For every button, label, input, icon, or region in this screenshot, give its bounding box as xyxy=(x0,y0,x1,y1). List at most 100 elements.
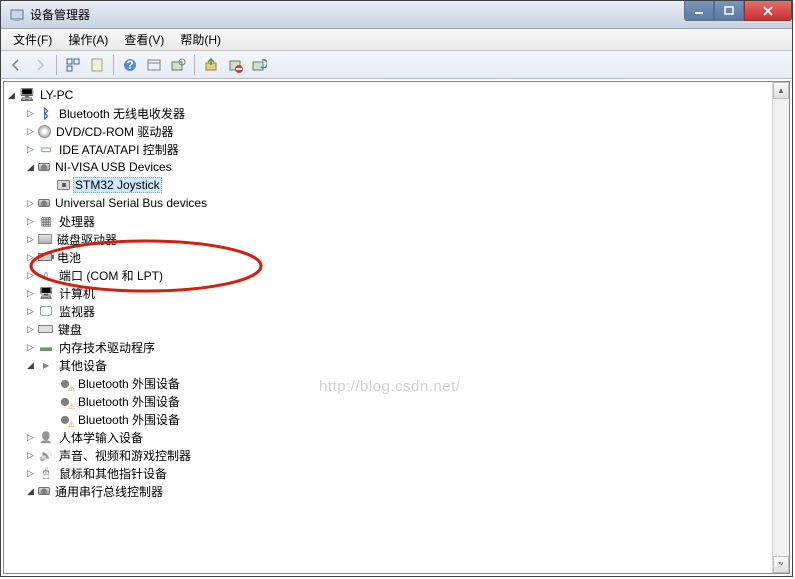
separator xyxy=(194,55,195,75)
scan-hardware-button[interactable] xyxy=(248,54,270,76)
tree-node[interactable]: ▷ 鼠标和其他指针设备 xyxy=(6,464,787,482)
node-label[interactable]: IDE ATA/ATAPI 控制器 xyxy=(57,140,181,159)
warn-icon xyxy=(57,375,73,391)
tree-node[interactable]: ▷ 磁盘驱动器 xyxy=(6,230,787,248)
menu-file[interactable]: 文件(F) xyxy=(5,29,60,50)
expand-icon[interactable]: ▷ xyxy=(25,324,36,335)
close-button[interactable] xyxy=(744,1,792,21)
node-label[interactable]: 端口 (COM 和 LPT) xyxy=(57,266,165,285)
update-driver-button[interactable] xyxy=(200,54,222,76)
tree-node[interactable]: ▷ 监视器 xyxy=(6,302,787,320)
tree-node[interactable]: ▷ 内存技术驱动程序 xyxy=(6,338,787,356)
titlebar[interactable]: 设备管理器 xyxy=(1,1,792,29)
dvd-icon xyxy=(38,125,51,138)
tree-node[interactable]: ◢ 通用串行总线控制器 xyxy=(6,482,787,500)
collapse-icon[interactable]: ◢ xyxy=(25,162,36,173)
expand-icon[interactable]: ▷ xyxy=(25,468,36,479)
node-label[interactable]: Bluetooth 外围设备 xyxy=(76,392,182,411)
node-label[interactable]: 电池 xyxy=(55,248,83,267)
collapse-icon[interactable]: ◢ xyxy=(6,90,17,101)
node-label[interactable]: 鼠标和其他指针设备 xyxy=(57,464,169,483)
tree-node[interactable]: ◢ 其他设备 xyxy=(6,356,787,374)
expand-icon[interactable]: ▷ xyxy=(25,252,36,263)
expand-icon[interactable]: ▷ xyxy=(25,234,36,245)
device-tree[interactable]: ◢LY-PC▷Bluetooth 无线电收发器▷DVD/CD-ROM 驱动器▷I… xyxy=(4,82,789,504)
vertical-scrollbar[interactable]: ▲ ▼ xyxy=(772,82,789,573)
sound-icon xyxy=(38,447,54,463)
cpu-icon xyxy=(38,213,54,229)
tree-node[interactable]: ▷ 人体学输入设备 xyxy=(6,428,787,446)
expand-icon[interactable]: ▷ xyxy=(25,144,36,155)
root-label[interactable]: LY-PC xyxy=(38,87,75,103)
node-label[interactable]: 内存技术驱动程序 xyxy=(57,338,157,357)
menu-view[interactable]: 查看(V) xyxy=(116,29,172,50)
view-mode-button[interactable] xyxy=(62,54,84,76)
node-label[interactable]: STM32 Joystick xyxy=(73,177,162,193)
warn-icon xyxy=(57,393,73,409)
hid-icon xyxy=(38,429,54,445)
node-label[interactable]: Universal Serial Bus devices xyxy=(53,195,209,211)
tree-node[interactable]: Bluetooth 外围设备 xyxy=(6,410,787,428)
node-label[interactable]: NI-VISA USB Devices xyxy=(53,159,174,175)
detail-button[interactable] xyxy=(143,54,165,76)
collapse-icon[interactable]: ◢ xyxy=(25,360,36,371)
node-label[interactable]: Bluetooth 外围设备 xyxy=(76,374,182,393)
node-label[interactable]: 声音、视频和游戏控制器 xyxy=(57,446,193,465)
scan-button[interactable] xyxy=(167,54,189,76)
expand-icon[interactable]: ▷ xyxy=(25,126,36,137)
tree-node[interactable]: ◢ NI-VISA USB Devices xyxy=(6,158,787,176)
expand-icon[interactable]: ▷ xyxy=(25,288,36,299)
node-label[interactable]: Bluetooth 外围设备 xyxy=(76,410,182,429)
usb-icon xyxy=(38,487,50,495)
expand-icon[interactable]: ▷ xyxy=(25,198,36,209)
separator xyxy=(56,55,57,75)
properties-button[interactable] xyxy=(86,54,108,76)
node-label[interactable]: 键盘 xyxy=(56,320,84,339)
node-label[interactable]: 其他设备 xyxy=(57,356,109,375)
tree-node[interactable]: ▷ DVD/CD-ROM 驱动器 xyxy=(6,122,787,140)
expand-icon[interactable]: ▷ xyxy=(25,306,36,317)
disk-icon xyxy=(38,234,52,244)
separator xyxy=(113,55,114,75)
node-label[interactable]: 通用串行总线控制器 xyxy=(53,482,165,501)
node-label[interactable]: 监视器 xyxy=(57,302,97,321)
node-label[interactable]: 处理器 xyxy=(57,212,97,231)
tree-node[interactable]: ▷ Universal Serial Bus devices xyxy=(6,194,787,212)
uninstall-button[interactable] xyxy=(224,54,246,76)
warn-icon xyxy=(57,411,73,427)
node-label[interactable]: DVD/CD-ROM 驱动器 xyxy=(54,122,175,141)
node-label[interactable]: 计算机 xyxy=(57,284,97,303)
usbdev-icon xyxy=(57,180,70,190)
help-button[interactable]: ? xyxy=(119,54,141,76)
tree-node[interactable]: STM32 Joystick xyxy=(6,176,787,194)
minimize-button[interactable] xyxy=(684,1,714,21)
expand-icon[interactable]: ▷ xyxy=(25,108,36,119)
expand-icon[interactable]: ▷ xyxy=(25,450,36,461)
collapse-icon[interactable]: ◢ xyxy=(25,486,36,497)
tree-node[interactable]: ▷ IDE ATA/ATAPI 控制器 xyxy=(6,140,787,158)
expand-icon[interactable]: ▷ xyxy=(25,432,36,443)
tree-node[interactable]: ▷ 端口 (COM 和 LPT) xyxy=(6,266,787,284)
scroll-up-button[interactable]: ▲ xyxy=(773,82,789,99)
menu-action[interactable]: 操作(A) xyxy=(60,29,116,50)
expand-icon[interactable]: ▷ xyxy=(25,216,36,227)
battery-icon xyxy=(38,253,52,261)
tree-node[interactable]: ▷ Bluetooth 无线电收发器 xyxy=(6,104,787,122)
tree-node[interactable]: ▷ 计算机 xyxy=(6,284,787,302)
back-button[interactable] xyxy=(5,54,27,76)
maximize-button[interactable] xyxy=(714,1,744,21)
tree-node[interactable]: ▷ 处理器 xyxy=(6,212,787,230)
forward-button[interactable] xyxy=(29,54,51,76)
menubar: 文件(F) 操作(A) 查看(V) 帮助(H) xyxy=(1,29,792,51)
node-label[interactable]: 人体学输入设备 xyxy=(57,428,145,447)
expand-icon[interactable]: ▷ xyxy=(25,270,36,281)
tree-node[interactable]: ▷ 电池 xyxy=(6,248,787,266)
tree-root[interactable]: ◢ LY-PC xyxy=(6,86,787,104)
tree-node[interactable]: ▷ 键盘 xyxy=(6,320,787,338)
node-label[interactable]: 磁盘驱动器 xyxy=(55,230,119,249)
menu-help[interactable]: 帮助(H) xyxy=(172,29,229,50)
expand-icon[interactable]: ▷ xyxy=(25,342,36,353)
tree-node[interactable]: ▷ 声音、视频和游戏控制器 xyxy=(6,446,787,464)
pc-icon xyxy=(38,285,54,301)
node-label[interactable]: Bluetooth 无线电收发器 xyxy=(57,104,187,123)
